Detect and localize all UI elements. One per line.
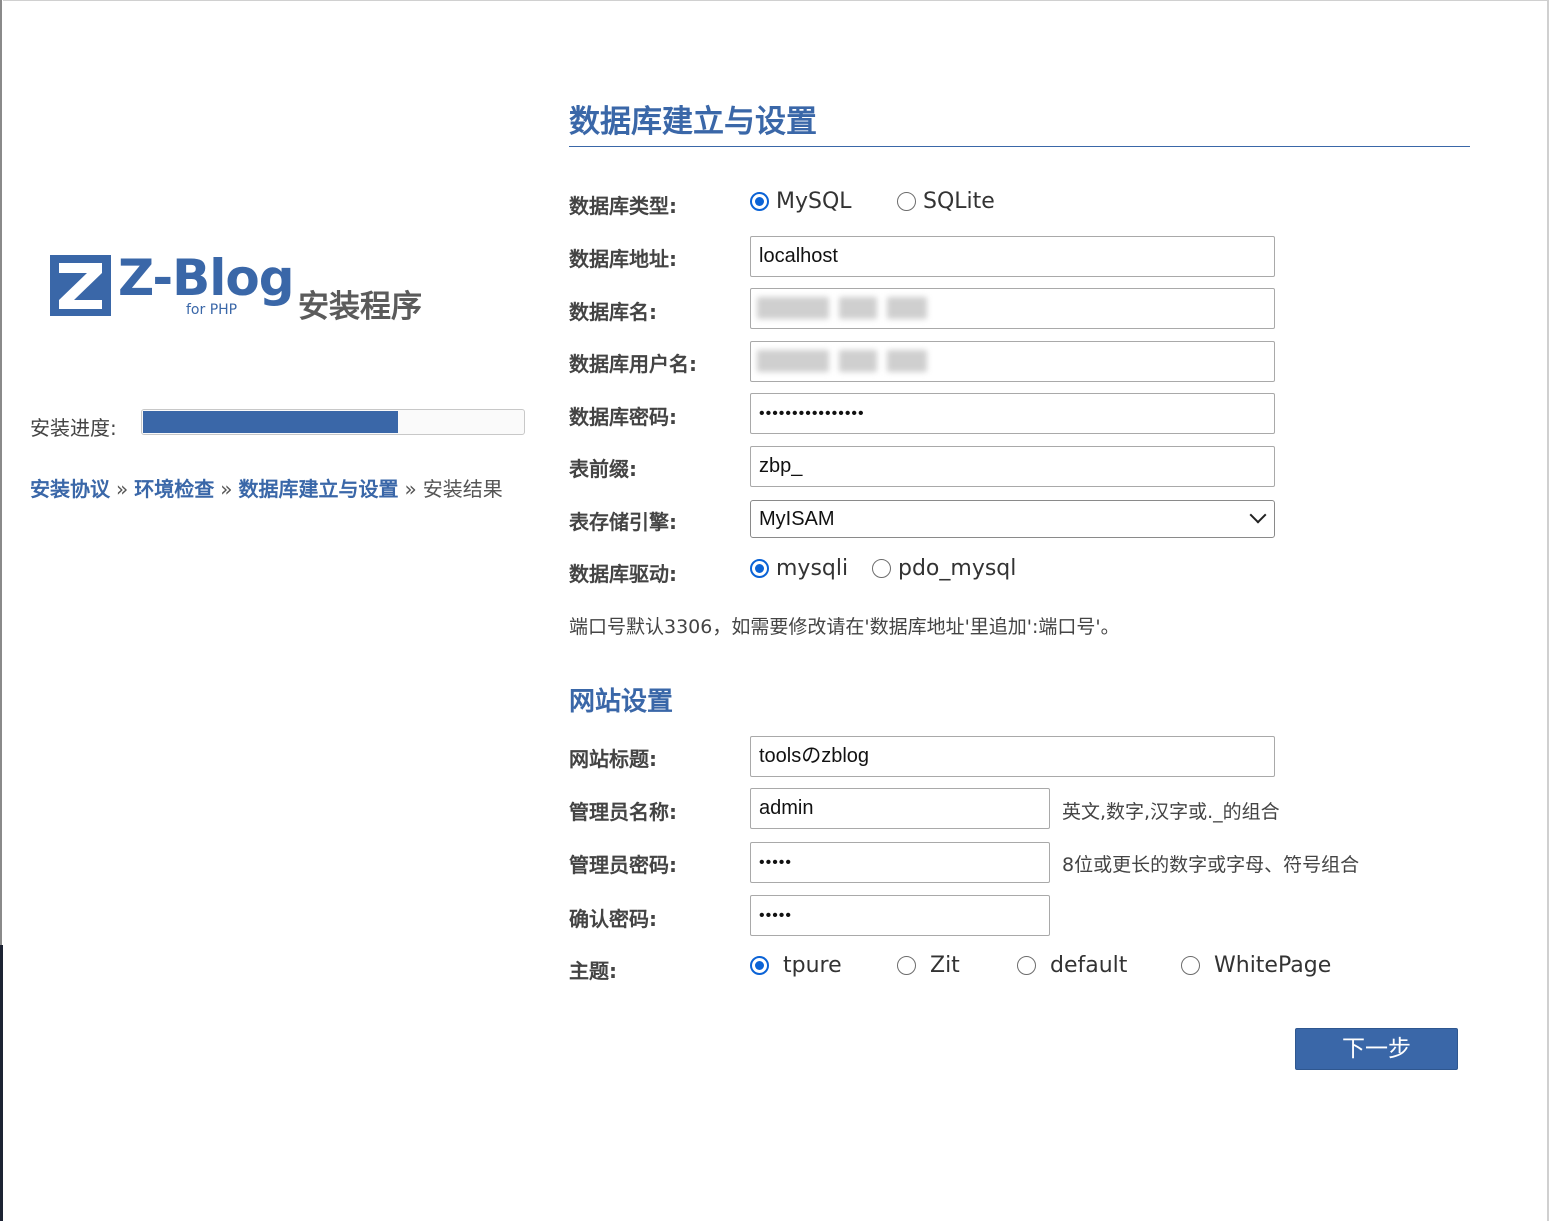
db-type-radio-sqlite[interactable]	[897, 192, 916, 211]
theme-option-default[interactable]: default	[1050, 953, 1127, 978]
admin-password-hint: 8位或更长的数字或字母、符号组合	[1062, 854, 1360, 876]
breadcrumb-separator: »	[404, 477, 417, 501]
install-progress-fill	[143, 411, 398, 433]
install-steps-breadcrumb: 安装协议» 环境检查» 数据库建立与设置» 安装结果	[30, 473, 503, 502]
confirm-password-label: 确认密码:	[569, 907, 657, 931]
redacted-blur	[887, 297, 927, 319]
db-driver-option-pdo-mysql[interactable]: pdo_mysql	[898, 556, 1016, 581]
next-step-button[interactable]: 下一步	[1295, 1028, 1458, 1070]
db-type-option-sqlite[interactable]: SQLite	[923, 189, 995, 214]
redacted-blur	[887, 350, 927, 372]
admin-name-input[interactable]: admin	[750, 788, 1050, 829]
theme-label: 主题:	[569, 959, 617, 983]
site-title-input[interactable]: toolsのzblog	[750, 736, 1275, 777]
redacted-blur	[757, 350, 829, 372]
db-host-label: 数据库地址:	[569, 247, 677, 271]
window-top-edge	[0, 0, 1549, 1]
page-title: 数据库建立与设置	[569, 104, 817, 140]
redacted-blur	[839, 297, 877, 319]
theme-radio-default[interactable]	[1017, 956, 1036, 975]
db-type-radio-mysql[interactable]	[750, 192, 769, 211]
admin-name-label: 管理员名称:	[569, 800, 677, 824]
step-item: 安装结果	[422, 477, 503, 501]
confirm-password-input[interactable]: •••••	[750, 895, 1050, 936]
progress-label: 安装进度:	[30, 416, 117, 440]
db-password-input[interactable]: ••••••••••••••••	[750, 393, 1275, 434]
site-title-label: 网站标题:	[569, 747, 657, 771]
table-engine-select[interactable]: MyISAM	[750, 500, 1275, 538]
logo-wordmark: Z-Blog	[118, 249, 295, 307]
installer-title: 安装程序	[298, 289, 422, 325]
logo-subtitle: for PHP	[186, 302, 238, 318]
theme-option-tpure[interactable]: tpure	[783, 953, 842, 978]
port-hint: 端口号默认3306，如需要修改请在'数据库地址'里追加':端口号'。	[569, 616, 1120, 638]
db-driver-radio-mysqli[interactable]	[750, 559, 769, 578]
theme-option-whitepage[interactable]: WhitePage	[1214, 953, 1331, 978]
window-left-edge-dark	[0, 945, 3, 1221]
db-type-option-mysql[interactable]: MySQL	[776, 189, 852, 214]
admin-name-hint: 英文,数字,汉字或._的组合	[1062, 801, 1280, 823]
db-user-input[interactable]	[750, 341, 1275, 382]
db-driver-label: 数据库驱动:	[569, 562, 677, 586]
step-item: 安装协议	[30, 477, 110, 501]
db-driver-option-mysqli[interactable]: mysqli	[776, 556, 848, 581]
redacted-blur	[839, 350, 877, 372]
install-progress-bar	[141, 409, 525, 435]
theme-radio-tpure[interactable]	[750, 956, 769, 975]
redacted-blur	[757, 297, 829, 319]
breadcrumb-separator: »	[220, 477, 233, 501]
admin-password-input[interactable]: •••••	[750, 842, 1050, 883]
db-name-input[interactable]	[750, 288, 1275, 329]
theme-radio-zit[interactable]	[897, 956, 916, 975]
db-user-label: 数据库用户名:	[569, 352, 697, 376]
theme-radio-whitepage[interactable]	[1181, 956, 1200, 975]
step-item: 环境检查	[134, 477, 215, 501]
db-host-input[interactable]: localhost	[750, 236, 1275, 277]
theme-option-zit[interactable]: Zit	[930, 953, 960, 978]
db-type-label: 数据库类型:	[569, 194, 677, 218]
title-divider	[569, 146, 1470, 147]
step-item: 数据库建立与设置	[238, 477, 399, 501]
site-settings-title: 网站设置	[569, 687, 674, 717]
breadcrumb-separator: »	[116, 477, 129, 501]
chevron-down-icon	[1249, 506, 1267, 524]
table-prefix-input[interactable]: zbp_	[750, 446, 1275, 487]
table-engine-value: MyISAM	[759, 508, 835, 530]
table-engine-label: 表存储引擎:	[569, 510, 677, 534]
db-name-label: 数据库名:	[569, 300, 657, 324]
z-logo-icon	[50, 255, 111, 316]
table-prefix-label: 表前缀:	[569, 457, 637, 481]
admin-password-label: 管理员密码:	[569, 853, 677, 877]
db-driver-radio-pdo-mysql[interactable]	[872, 559, 891, 578]
db-password-label: 数据库密码:	[569, 405, 677, 429]
